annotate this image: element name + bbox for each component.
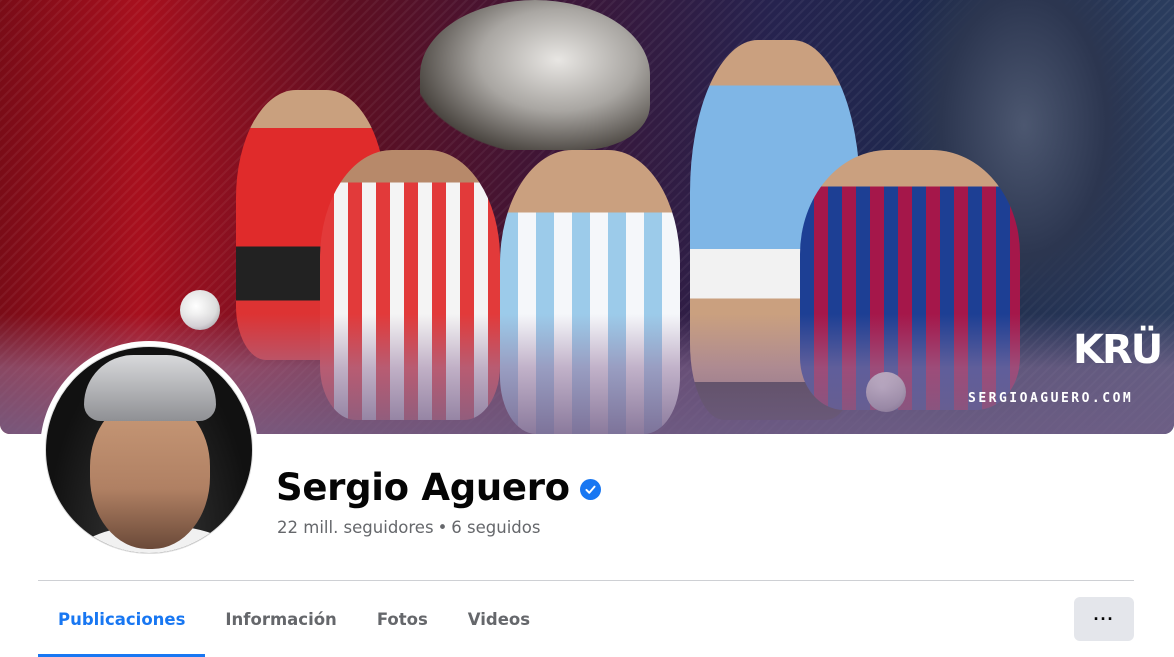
cover-brand-site: SERGIOAGUERO.COM bbox=[968, 391, 1134, 406]
avatar-image bbox=[45, 346, 253, 554]
profile-tabs: Publicaciones Información Fotos Videos bbox=[38, 583, 550, 657]
profile-avatar[interactable] bbox=[40, 341, 258, 559]
profile-stats: 22 mill. seguidores • 6 seguidos bbox=[277, 518, 540, 537]
cover-brand-logo: KRÜ bbox=[1073, 327, 1163, 373]
tab-videos[interactable]: Videos bbox=[448, 583, 550, 655]
profile-header: Sergio Aguero bbox=[276, 466, 601, 510]
following-link[interactable]: 6 seguidos bbox=[451, 518, 540, 537]
cover-trophy bbox=[420, 0, 650, 150]
stats-separator: • bbox=[437, 518, 448, 537]
tab-fotos[interactable]: Fotos bbox=[357, 583, 448, 655]
divider bbox=[38, 580, 1134, 581]
verified-badge-icon[interactable] bbox=[579, 478, 601, 500]
tab-publicaciones[interactable]: Publicaciones bbox=[38, 583, 206, 657]
more-options-button[interactable]: ··· bbox=[1074, 597, 1134, 641]
more-horizontal-icon: ··· bbox=[1093, 608, 1115, 629]
followers-link[interactable]: 22 mill. seguidores bbox=[277, 518, 434, 537]
tab-informacion[interactable]: Información bbox=[205, 583, 356, 655]
page-title: Sergio Aguero bbox=[276, 466, 570, 509]
check-icon bbox=[585, 485, 596, 494]
